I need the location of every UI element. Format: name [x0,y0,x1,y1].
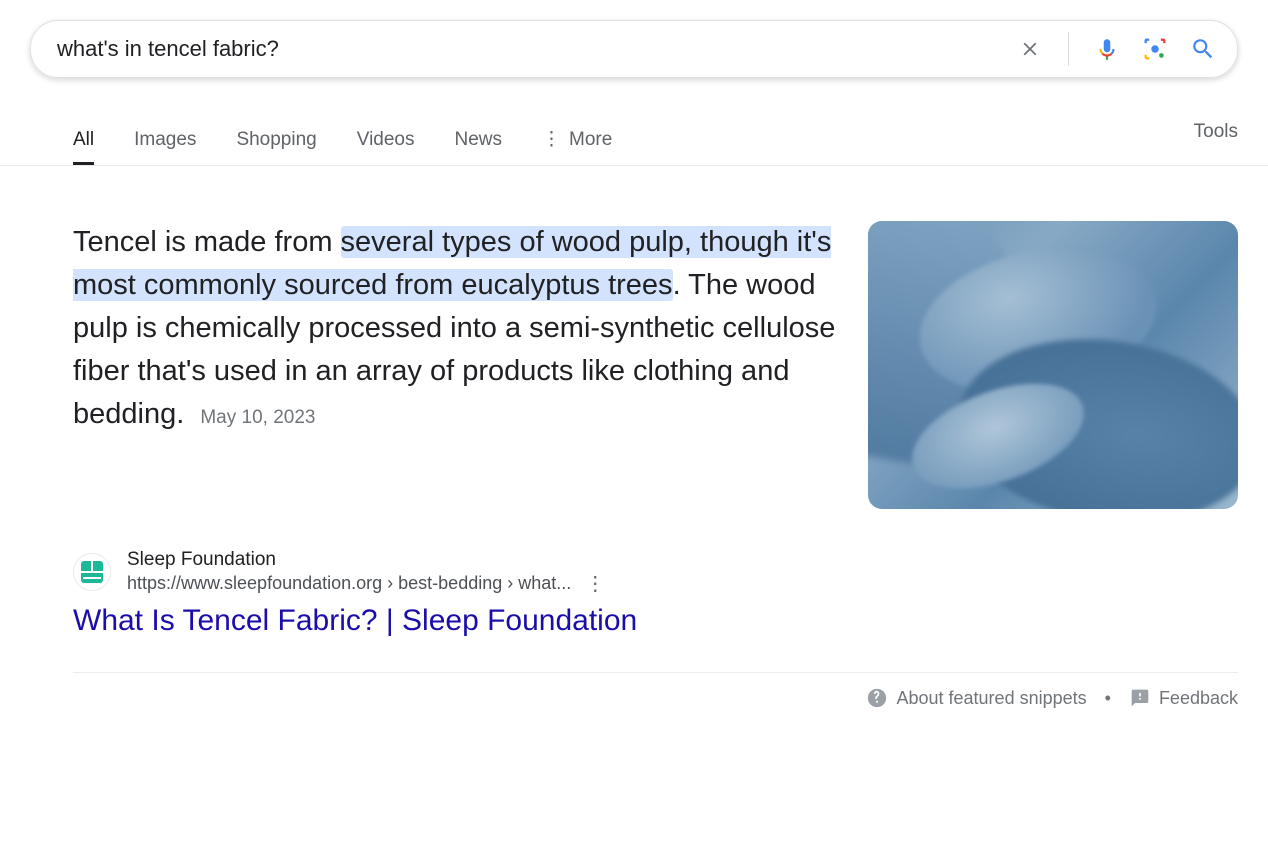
info-icon [866,687,888,709]
tab-videos[interactable]: Videos [357,113,415,165]
separator [1068,32,1069,66]
tab-news[interactable]: News [455,113,503,165]
tab-all[interactable]: All [73,113,94,165]
source-favicon [73,553,111,591]
tab-more[interactable]: ⋮ More [542,112,612,165]
about-snippets-link[interactable]: About featured snippets [866,687,1086,709]
clear-icon[interactable] [1016,35,1044,63]
tab-shopping[interactable]: Shopping [236,113,316,165]
result-title-link[interactable]: What Is Tencel Fabric? | Sleep Foundatio… [73,604,1238,638]
more-options-icon[interactable]: ⋮ [585,574,605,594]
about-label: About featured snippets [896,688,1086,709]
tools-button[interactable]: Tools [1194,121,1238,157]
tab-label: All [73,129,94,151]
featured-snippet-image[interactable] [868,221,1238,509]
source-site-name: Sleep Foundation [127,549,605,571]
tab-label: Images [134,129,196,151]
separator-dot: • [1105,688,1111,709]
search-input[interactable] [57,36,1016,62]
tab-label: More [569,129,612,151]
tab-label: Shopping [236,129,316,151]
tab-images[interactable]: Images [134,113,196,165]
tab-label: News [455,129,503,151]
tabs: All Images Shopping Videos News ⋮ More [73,112,612,165]
tab-label: Videos [357,129,415,151]
snippet-pre: Tencel is made from [73,226,341,258]
snippet-date: May 10, 2023 [200,407,315,428]
source-url: https://www.sleepfoundation.org › best-b… [127,573,571,594]
feedback-label: Feedback [1159,688,1238,709]
feedback-icon [1129,687,1151,709]
more-dots-icon: ⋮ [542,128,563,151]
mic-icon[interactable] [1093,35,1121,63]
featured-snippet-text: Tencel is made from several types of woo… [73,221,838,509]
lens-icon[interactable] [1141,35,1169,63]
search-icon[interactable] [1189,35,1217,63]
search-bar [30,20,1238,78]
feedback-link[interactable]: Feedback [1129,687,1238,709]
